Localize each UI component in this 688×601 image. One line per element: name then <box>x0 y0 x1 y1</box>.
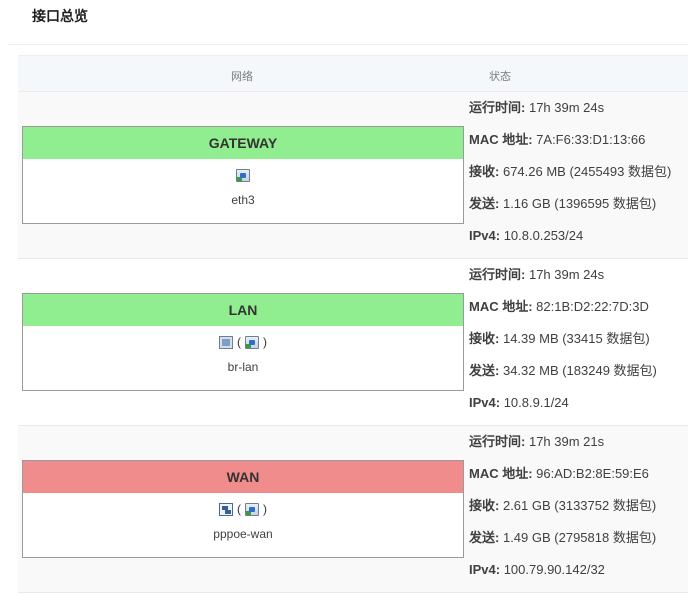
mac-line: MAC 地址: 82:1B:D2:22:7D:3D <box>469 299 649 314</box>
uptime-value: 17h 39m 21s <box>528 434 605 449</box>
table-row-lan: LAN () br-lan 运行时间: 17h 39m 24s MAC 地址: … <box>18 259 688 426</box>
mac-line: MAC 地址: 7A:F6:33:D1:13:66 <box>469 132 646 147</box>
rx-value: 2.61 GB (3133752 数据包) <box>502 498 657 513</box>
interface-card-gateway[interactable]: GATEWAY eth3 <box>22 126 464 224</box>
interface-card-lan[interactable]: LAN () br-lan <box>22 293 464 391</box>
mac-value: 82:1B:D2:22:7D:3D <box>536 299 649 314</box>
interface-overview-table: 网络 状态 GATEWAY eth3 运行时间: 17h 39m 24s MAC… <box>18 55 688 593</box>
uptime-value: 17h 39m 24s <box>528 100 605 115</box>
ipv4-line: IPv4: 10.8.0.253/24 <box>469 228 584 243</box>
tx-value: 34.32 MB (183249 数据包) <box>502 363 657 378</box>
rx-value: 674.26 MB (2455493 数据包) <box>502 164 672 179</box>
table-row-wan: WAN () pppoe-wan 运行时间: 17h 39m 21s MAC 地… <box>18 426 688 593</box>
device-name: br-lan <box>227 360 259 374</box>
page-title: 接口总览 <box>32 8 88 24</box>
mac-value: 7A:F6:33:D1:13:66 <box>536 132 646 147</box>
uptime-line: 运行时间: 17h 39m 24s <box>469 100 605 115</box>
ethernet-icon <box>236 168 250 182</box>
mac-value: 96:AD:B2:8E:59:E6 <box>536 466 649 481</box>
ipv4-value: 100.79.90.142/32 <box>503 562 605 577</box>
device-name: pppoe-wan <box>213 527 273 541</box>
interface-icons: () <box>23 326 463 358</box>
interface-status: 运行时间: 17h 39m 24s MAC 地址: 82:1B:D2:22:7D… <box>469 259 657 419</box>
device-name: eth3 <box>231 193 255 207</box>
uptime-value: 17h 39m 24s <box>528 267 605 282</box>
table-row-gateway: GATEWAY eth3 运行时间: 17h 39m 24s MAC 地址: 7… <box>18 92 688 259</box>
rx-line: 接收: 2.61 GB (3133752 数据包) <box>469 498 657 513</box>
uptime-line: 运行时间: 17h 39m 24s <box>469 267 605 282</box>
interface-icons <box>23 159 463 191</box>
column-header-network: 网络 <box>231 71 253 83</box>
ipv4-value: 10.8.9.1/24 <box>503 395 569 410</box>
tx-line: 发送: 1.16 GB (1396595 数据包) <box>469 196 657 211</box>
interface-name: GATEWAY <box>23 127 463 159</box>
interface-status: 运行时间: 17h 39m 24s MAC 地址: 7A:F6:33:D1:13… <box>469 92 671 252</box>
ethernet-icon <box>245 335 259 349</box>
interface-status: 运行时间: 17h 39m 21s MAC 地址: 96:AD:B2:8E:59… <box>469 426 656 586</box>
uptime-line: 运行时间: 17h 39m 21s <box>469 434 605 449</box>
interface-name: LAN <box>23 294 463 326</box>
table-header: 网络 状态 <box>18 55 688 92</box>
rx-line: 接收: 674.26 MB (2455493 数据包) <box>469 164 672 179</box>
tx-line: 发送: 34.32 MB (183249 数据包) <box>469 363 657 378</box>
tx-value: 1.49 GB (2795818 数据包) <box>502 530 657 545</box>
pppoe-icon <box>219 502 233 516</box>
interface-card-wan[interactable]: WAN () pppoe-wan <box>22 460 464 558</box>
interface-name: WAN <box>23 461 463 493</box>
mac-line: MAC 地址: 96:AD:B2:8E:59:E6 <box>469 466 649 481</box>
ipv4-value: 10.8.0.253/24 <box>503 228 584 243</box>
ethernet-icon <box>245 502 259 516</box>
interface-icons: () <box>23 493 463 525</box>
tx-value: 1.16 GB (1396595 数据包) <box>502 196 657 211</box>
divider <box>8 44 688 45</box>
bridge-icon <box>219 335 233 349</box>
ipv4-line: IPv4: 100.79.90.142/32 <box>469 562 605 577</box>
ipv4-line: IPv4: 10.8.9.1/24 <box>469 395 569 410</box>
column-header-status: 状态 <box>489 71 511 83</box>
rx-value: 14.39 MB (33415 数据包) <box>502 331 650 346</box>
rx-line: 接收: 14.39 MB (33415 数据包) <box>469 331 650 346</box>
tx-line: 发送: 1.49 GB (2795818 数据包) <box>469 530 657 545</box>
